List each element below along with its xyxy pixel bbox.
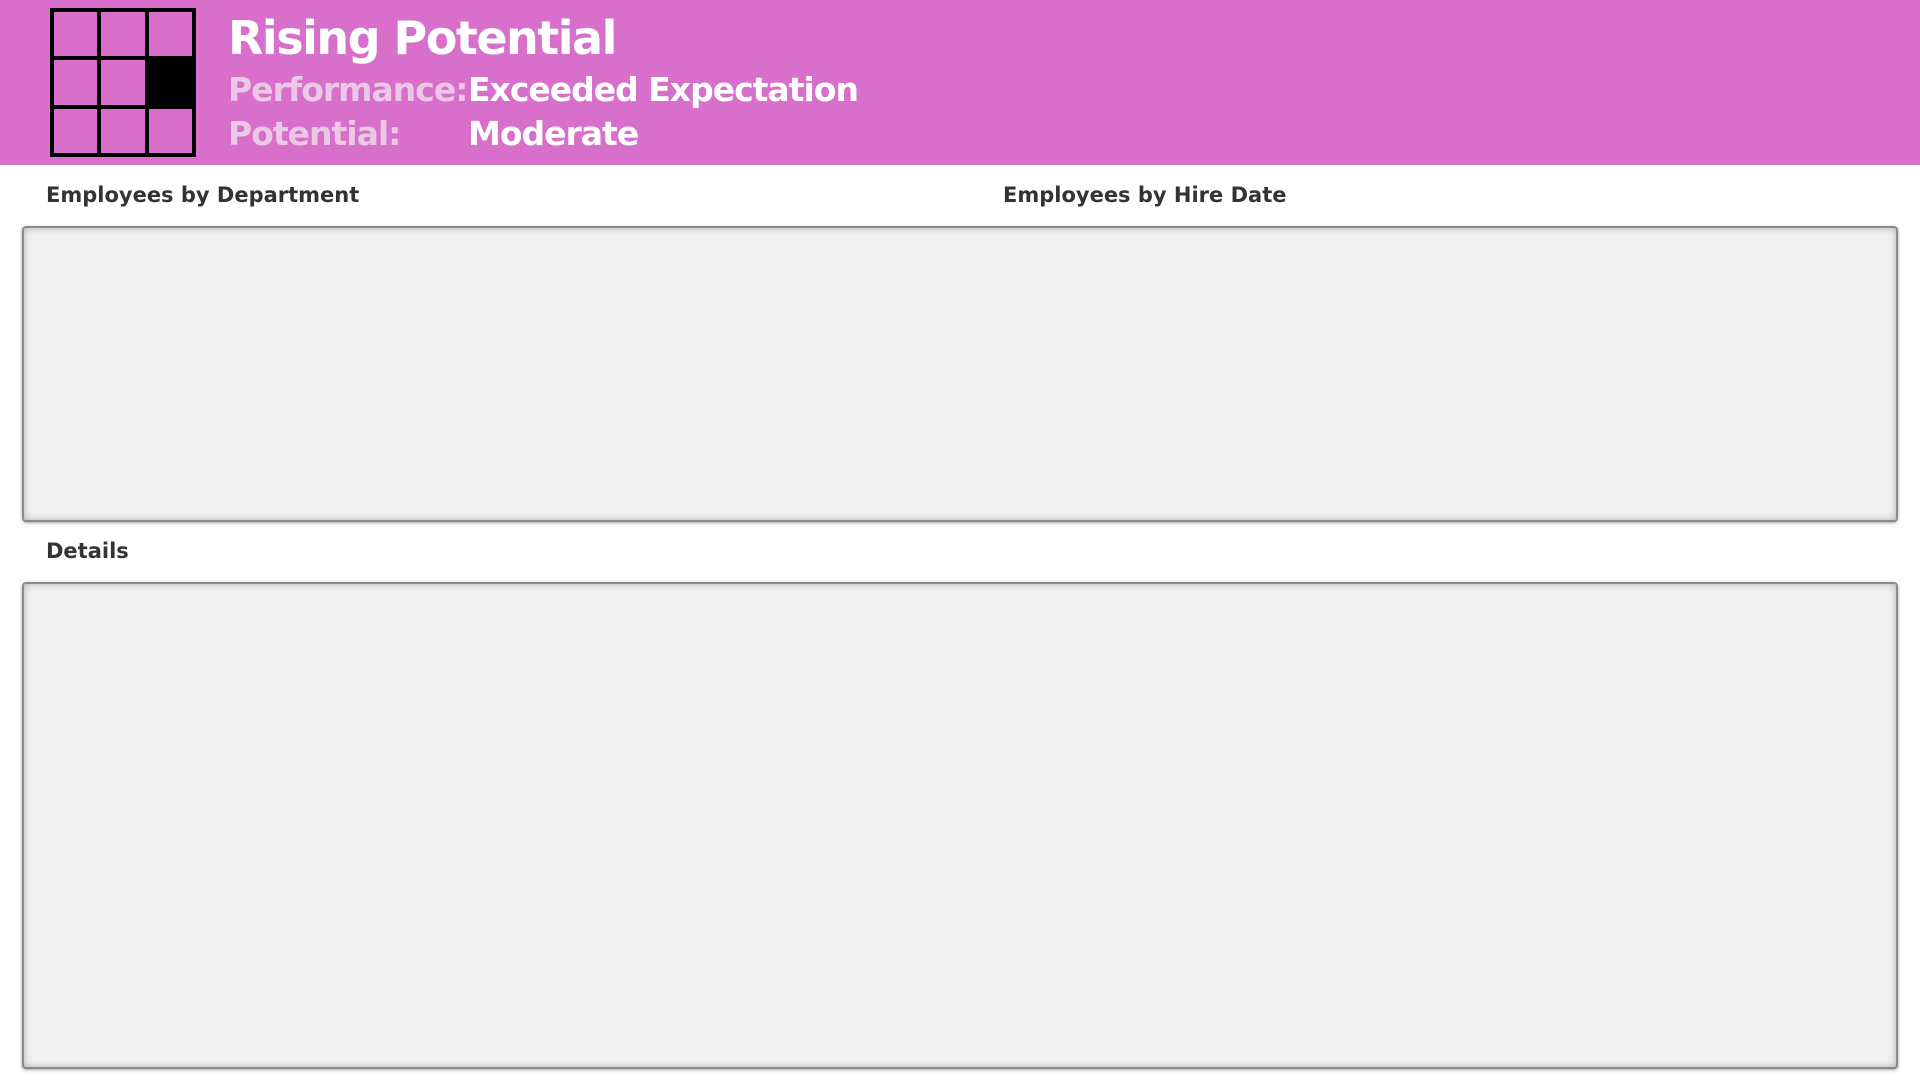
grid-cell [54,108,98,153]
grid-cell [148,12,192,57]
hire-date-section-label: Employees by Hire Date [1003,183,1287,207]
potential-label: Potential: [228,114,401,153]
potential-value: Moderate [468,114,639,153]
performance-value: Exceeded Expectation [468,70,859,109]
header-banner: Rising Potential Performance:Exceeded Ex… [0,0,1920,165]
performance-row: Performance:Exceeded Expectation [228,68,859,112]
grid-cell [54,60,98,105]
nine-box-grid-icon [50,8,196,157]
grid-cell [101,12,145,57]
potential-row: Potential: Moderate [228,112,639,156]
grid-cell [101,108,145,153]
charts-panel [22,226,1898,522]
details-section-label: Details [46,539,129,563]
grid-cell-selected [148,60,192,105]
grid-cell [101,60,145,105]
grid-cell [148,108,192,153]
page-title: Rising Potential [228,11,617,65]
details-panel [22,582,1898,1069]
grid-cell [54,12,98,57]
department-section-label: Employees by Department [46,183,360,207]
performance-label: Performance: [228,70,468,109]
